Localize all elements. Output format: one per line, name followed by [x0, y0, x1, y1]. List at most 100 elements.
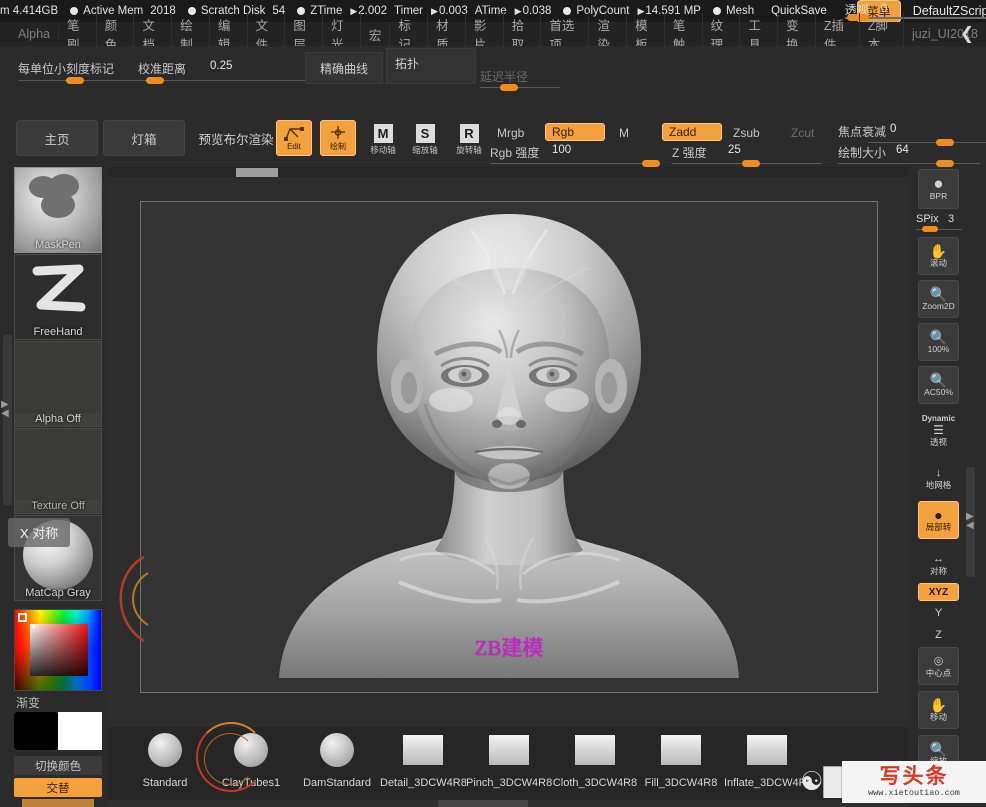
zsub-toggle[interactable]: Zsub — [726, 124, 767, 142]
zadd-toggle[interactable]: Zadd — [662, 123, 722, 141]
calibration-value: 0.25 — [210, 60, 233, 72]
z-axis-button[interactable]: Z — [918, 625, 959, 645]
palette-item-alpha-brush[interactable]: MaskPen — [14, 167, 102, 253]
brush-slot-6[interactable]: Fill_3DCW4R8 — [638, 731, 724, 789]
lightbox-button[interactable]: 灯箱 — [103, 120, 185, 156]
tick-mark-knob[interactable] — [66, 77, 84, 84]
watermark: 写头条 www.xietoutiao.com — [842, 761, 986, 803]
watermark-url: www.xietoutiao.com — [868, 788, 960, 798]
brush-slot-label: ClayTubes1 — [221, 777, 281, 789]
book-brush-icon — [403, 735, 443, 765]
brush-slot-label: Standard — [142, 777, 188, 789]
chevron-right-icon[interactable]: ▶ ◀ — [1, 400, 9, 419]
xyz-axis-button[interactable]: XYZ — [918, 583, 959, 601]
alternate-strip[interactable] — [22, 799, 94, 807]
topology-label: 拓扑 — [395, 57, 420, 71]
palette-item-texture[interactable]: Texture Off — [14, 428, 102, 514]
delay-radius-knob[interactable] — [500, 84, 518, 91]
zscript-title: DefaultZScript — [912, 4, 986, 18]
accurate-curve-button[interactable]: 精确曲线 — [305, 52, 383, 84]
palette-item-label: FreeHand — [33, 326, 83, 338]
move-tool-button[interactable]: ✋ 移动 — [918, 691, 959, 729]
palette-item-stroke[interactable]: FreeHand — [14, 254, 102, 340]
menu-item-9[interactable]: 宏 — [361, 22, 391, 46]
alternate-button[interactable]: 交替 — [14, 778, 102, 797]
floor-grid-button[interactable]: ↓ 地网格 — [918, 459, 959, 497]
zcut-toggle[interactable]: Zcut — [784, 124, 821, 142]
draw-size-knob[interactable] — [936, 160, 954, 167]
rgb-toggle[interactable]: Rgb — [545, 123, 605, 141]
edit-mode-button[interactable]: Edit — [276, 120, 312, 156]
perspective-tool-label: 透视 — [929, 436, 947, 447]
bpr-render-button[interactable]: ● BPR — [918, 169, 959, 209]
symmetry-button[interactable]: ↔ 对称 — [918, 545, 959, 583]
palette-item-alpha[interactable]: Alpha Off — [14, 341, 102, 427]
brush-slot-1[interactable]: ClayTubes1 — [208, 731, 294, 789]
dynamic-perspective-button[interactable]: Dynamic ☰ 透视 — [918, 409, 959, 451]
canvas-scroll-nub[interactable] — [236, 168, 278, 177]
focal-shift-value: 0 — [890, 123, 897, 135]
switch-color-button[interactable]: 切换颜色 — [14, 756, 102, 775]
scroll-label: 滚动 — [929, 258, 947, 268]
zcut-label: Zcut — [791, 126, 815, 140]
mode-button-shelf: 主页 灯箱 预览布尔渲染 Edit 绘制 M 移动轴 S 缩放轴 R 旋转轴 M… — [0, 94, 986, 167]
switch-color-label: 切换颜色 — [35, 760, 81, 773]
preview-bool-render-button[interactable]: 预览布尔渲染 — [188, 120, 284, 156]
saturation-value-field[interactable] — [30, 624, 88, 676]
y-axis-button[interactable]: Y — [918, 603, 959, 623]
left-palette-scrollbar[interactable] — [3, 335, 12, 505]
mrgb-toggle[interactable]: Mrgb — [490, 124, 531, 142]
draw-mode-button[interactable]: 绘制 — [320, 120, 356, 156]
brush-slot-0[interactable]: Standard — [122, 731, 208, 789]
top-slider-shelf: 每单位小刻度标记 校准距离 0.25 精确曲线 拓扑 延迟半径 X 对称 — [0, 46, 986, 114]
zoom-100-button[interactable]: 🔍 100% — [918, 323, 959, 361]
color-pin-icon[interactable] — [18, 613, 27, 622]
home-button[interactable]: 主页 — [16, 120, 98, 156]
rgb-label: Rgb — [552, 125, 575, 139]
brush-slot-5[interactable]: Cloth_3DCW4R8 — [552, 731, 638, 789]
m-toggle[interactable]: M — [612, 124, 636, 142]
zoom2d-tool-button[interactable]: 🔍 Zoom2D — [918, 280, 959, 318]
menu-item-0[interactable]: Alpha — [10, 25, 59, 43]
zoom-ac50-button[interactable]: 🔍 AC50% — [918, 366, 959, 404]
rgb-intensity-label: Rgb 强度 — [490, 146, 540, 160]
rotate-axis-button[interactable]: R 旋转轴 — [452, 120, 486, 156]
focal-shift-knob[interactable] — [936, 139, 954, 146]
rgb-intensity-knob[interactable] — [642, 160, 660, 167]
center-point-icon: ◎ — [933, 655, 944, 667]
draw-pointer-icon — [331, 125, 345, 139]
brush-slot-2[interactable]: DamStandard — [294, 731, 380, 789]
draw-size-track — [838, 163, 980, 164]
topology-button[interactable]: 拓扑 — [386, 48, 476, 84]
home-label: 主页 — [44, 132, 70, 147]
brush-slot-label: Pinch_3DCW4R8 — [466, 777, 552, 789]
center-point-button[interactable]: ◎ 中心点 — [918, 647, 959, 685]
head-bust-sculpt — [279, 214, 739, 678]
move-axis-button[interactable]: M 移动轴 — [366, 120, 400, 156]
brush-slot-3[interactable]: Detail_3DCW4R8 — [380, 731, 466, 789]
color-pin-secondary-icon[interactable] — [31, 624, 35, 628]
scale-axis-button[interactable]: S 缩放轴 — [408, 120, 442, 156]
calibration-knob[interactable] — [146, 77, 164, 84]
spix-label: SPix — [916, 213, 939, 225]
zadd-label: Zadd — [669, 125, 697, 139]
arrow-cursor-icon: ❮ — [959, 24, 975, 43]
document-viewport[interactable]: ZB建模 — [140, 201, 878, 693]
brush-slot-label: DamStandard — [303, 777, 371, 789]
z-intensity-knob[interactable] — [742, 160, 760, 167]
draw-label: 绘制 — [330, 141, 346, 151]
spix-knob[interactable] — [922, 226, 938, 232]
edit-label: Edit — [287, 141, 301, 151]
scroll-tool-button[interactable]: ✋ 滚动 — [918, 237, 959, 275]
color-picker[interactable] — [14, 609, 102, 691]
canvas-scrollbar[interactable] — [108, 167, 908, 177]
brush-slot-4[interactable]: Pinch_3DCW4R8 — [466, 731, 552, 789]
primary-color-swatch[interactable] — [14, 712, 58, 750]
m-label: M — [619, 126, 629, 140]
zsub-label: Zsub — [733, 126, 760, 140]
canvas-area[interactable]: ZB建模 — [108, 167, 908, 792]
chevron-left-icon[interactable]: ▶ ◀ — [966, 512, 974, 531]
local-transform-button[interactable]: ● 局部转 — [918, 501, 959, 539]
center-point-label: 中心点 — [925, 668, 952, 678]
secondary-color-swatch[interactable] — [58, 712, 102, 750]
